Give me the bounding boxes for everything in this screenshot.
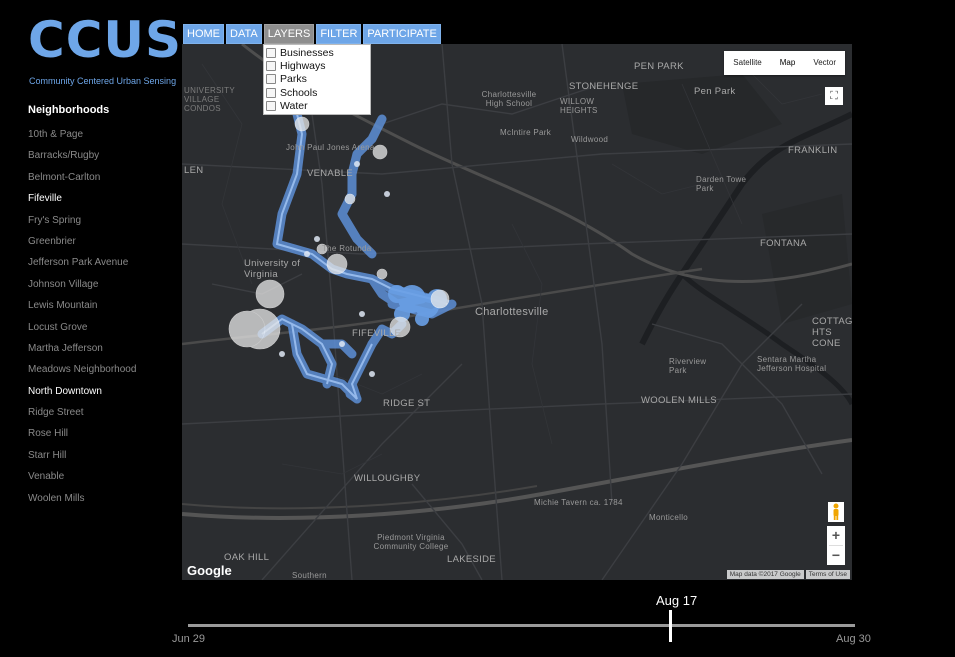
neighborhood-item[interactable]: Venable: [28, 470, 136, 491]
map-data-credit: Map data ©2017 Google: [726, 570, 804, 579]
layer-label: Businesses: [280, 46, 334, 59]
map-label: RIDGE ST: [383, 398, 431, 409]
neighborhood-item[interactable]: Greenbrier: [28, 235, 136, 256]
zoom-out-button[interactable]: −: [827, 546, 845, 565]
neighborhood-item[interactable]: Woolen Mills: [28, 492, 136, 513]
map-label: Charlottesville High School: [481, 90, 537, 108]
map-label: OAK HILL: [224, 552, 270, 563]
layer-label: Water: [280, 99, 308, 112]
map-attribution: Map data ©2017 Google Terms of Use: [726, 570, 850, 579]
neighborhood-item[interactable]: Locust Grove: [28, 321, 136, 342]
map-type-control: Satellite Map Vector: [724, 51, 845, 75]
map-label: COTTAGE HTS CONE: [812, 316, 852, 349]
nav-home[interactable]: HOME: [183, 24, 224, 44]
map-label: PEN PARK: [634, 61, 684, 72]
map-label: FRANKLIN: [788, 145, 838, 156]
map-label: McIntire Park: [500, 128, 552, 137]
neighborhood-item[interactable]: 10th & Page: [28, 128, 136, 149]
nav-participate[interactable]: PARTICIPATE: [363, 24, 441, 44]
map-label: The Rotunda: [322, 244, 372, 253]
map-label: STONEHENGE: [569, 81, 639, 92]
nav-filter[interactable]: FILTER: [316, 24, 362, 44]
map-label: University of Virginia: [244, 258, 301, 280]
neighborhoods-heading: Neighborhoods: [28, 104, 110, 116]
map-label: VENABLE: [307, 168, 353, 179]
layer-checkbox[interactable]: [266, 100, 276, 111]
timeline-handle[interactable]: [669, 610, 672, 642]
map-label: WILLOW HEIGHTS: [560, 97, 598, 115]
app-subtitle: Community Centered Urban Sensing: [29, 76, 177, 86]
nav-layers[interactable]: LAYERS: [263, 24, 315, 44]
map-label: Southern: [292, 571, 327, 580]
layer-label: Schools: [280, 86, 318, 99]
nav-data[interactable]: DATA: [226, 24, 262, 44]
map-label: Darden Towe Park: [696, 175, 747, 193]
layer-checkbox[interactable]: [266, 60, 276, 71]
map-label: LEN: [184, 165, 204, 176]
map-label: Riverview Park: [669, 357, 707, 375]
map-label: Charlottesville: [475, 306, 549, 318]
neighborhood-item[interactable]: Johnson Village: [28, 278, 136, 299]
neighborhood-item[interactable]: Jefferson Park Avenue: [28, 256, 136, 277]
layer-option[interactable]: Schools: [264, 86, 370, 99]
fullscreen-icon[interactable]: ⛶: [825, 87, 843, 105]
map-type-vector[interactable]: Vector: [804, 51, 845, 75]
layer-option[interactable]: Highways: [264, 59, 370, 72]
app-logo[interactable]: CCUS: [28, 12, 182, 68]
map-label: FONTANA: [760, 238, 807, 249]
layer-label: Parks: [280, 73, 307, 86]
map-label: Pen Park: [694, 86, 736, 97]
timeline-start-date: Jun 29: [172, 633, 206, 645]
map-label: FIFEVILLE: [352, 328, 402, 339]
neighborhood-item[interactable]: Barracks/Rugby: [28, 149, 136, 170]
map-label: WILLOUGHBY: [354, 473, 421, 484]
neighborhood-item[interactable]: Ridge Street: [28, 406, 136, 427]
top-nav: HOME DATA LAYERS FILTER PARTICIPATE: [183, 24, 441, 44]
map-label: Piedmont Virginia Community College: [373, 533, 449, 551]
map-type-map[interactable]: Map: [771, 51, 805, 75]
zoom-control: + −: [827, 526, 845, 565]
layer-checkbox[interactable]: [266, 47, 276, 58]
terms-link[interactable]: Terms of Use: [805, 570, 850, 579]
layer-label: Highways: [280, 59, 326, 72]
neighborhood-item[interactable]: Meadows Neighborhood: [28, 363, 136, 384]
timeline-end-date: Aug 30: [836, 633, 871, 645]
map-label: UNIVERSITY VILLAGE CONDOS: [184, 86, 235, 113]
map-label: Wildwood: [571, 135, 609, 144]
map-label: Monticello: [649, 513, 689, 522]
map-type-satellite[interactable]: Satellite: [724, 51, 770, 75]
neighborhood-item[interactable]: Martha Jefferson: [28, 342, 136, 363]
layer-checkbox[interactable]: [266, 87, 276, 98]
zoom-in-button[interactable]: +: [827, 526, 845, 545]
layer-option[interactable]: Water: [264, 99, 370, 112]
map-canvas[interactable]: PEN PARK Pen Park STONEHENGE Charlottesv…: [182, 44, 852, 580]
google-logo[interactable]: Google: [187, 563, 232, 578]
pegman-icon[interactable]: [828, 502, 844, 522]
layer-checkbox[interactable]: [266, 74, 276, 85]
neighborhood-list: 10th & Page Barracks/Rugby Belmont-Carlt…: [28, 128, 136, 513]
map-label: Michie Tavern ca. 1784: [534, 498, 623, 507]
neighborhood-item[interactable]: Fifeville: [28, 192, 136, 213]
neighborhood-item[interactable]: North Downtown: [28, 385, 136, 406]
map-label: LAKESIDE: [447, 554, 496, 565]
neighborhood-item[interactable]: Rose Hill: [28, 427, 136, 448]
map-label: John Paul Jones Arena: [286, 143, 375, 152]
neighborhood-item[interactable]: Fry's Spring: [28, 214, 136, 235]
layer-option[interactable]: Businesses: [264, 46, 370, 59]
neighborhood-item[interactable]: Lewis Mountain: [28, 299, 136, 320]
layer-option[interactable]: Parks: [264, 73, 370, 86]
timeline-current-date: Aug 17: [656, 593, 698, 608]
neighborhood-item[interactable]: Starr Hill: [28, 449, 136, 470]
neighborhood-item[interactable]: Belmont-Carlton: [28, 171, 136, 192]
map-label: Sentara Martha Jefferson Hospital: [757, 355, 827, 373]
layers-dropdown: Businesses Highways Parks Schools Water: [263, 44, 371, 115]
map-label: WOOLEN MILLS: [641, 395, 717, 406]
timeline-track[interactable]: [188, 624, 855, 627]
